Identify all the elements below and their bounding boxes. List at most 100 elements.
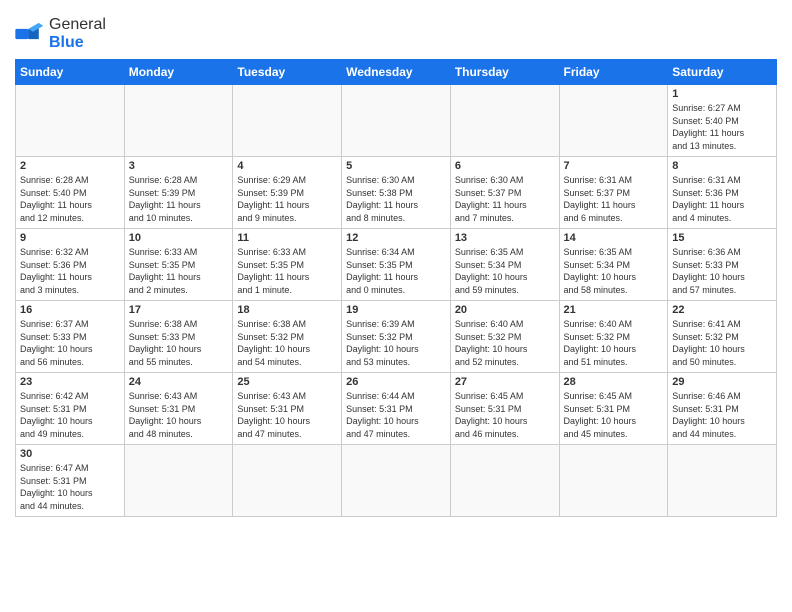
day-info: Sunrise: 6:31 AM Sunset: 5:36 PM Dayligh… bbox=[672, 174, 772, 224]
calendar-cell: 30 Sunrise: 6:47 AM Sunset: 5:31 PM Dayli… bbox=[16, 445, 125, 516]
calendar-cell: 26Sunrise: 6:44 AM Sunset: 5:31 PM Dayli… bbox=[342, 373, 451, 445]
day-number: 26 bbox=[346, 376, 446, 388]
calendar-cell bbox=[342, 445, 451, 516]
day-number: 6 bbox=[455, 160, 555, 172]
day-info: Sunrise: 6:40 AM Sunset: 5:32 PM Dayligh… bbox=[455, 318, 555, 368]
day-number: 24 bbox=[129, 376, 229, 388]
calendar-cell bbox=[124, 445, 233, 516]
day-number: 17 bbox=[129, 304, 229, 316]
day-info: Sunrise: 6:28 AM Sunset: 5:39 PM Dayligh… bbox=[129, 174, 229, 224]
calendar-cell: 21Sunrise: 6:40 AM Sunset: 5:32 PM Dayli… bbox=[559, 301, 668, 373]
calendar-cell: 16Sunrise: 6:37 AM Sunset: 5:33 PM Dayli… bbox=[16, 301, 125, 373]
weekday-row: SundayMondayTuesdayWednesdayThursdayFrid… bbox=[16, 60, 777, 85]
day-number: 21 bbox=[564, 304, 664, 316]
calendar-week-5: 30 Sunrise: 6:47 AM Sunset: 5:31 PM Dayli… bbox=[16, 445, 777, 516]
weekday-header-sunday: Sunday bbox=[16, 60, 125, 85]
day-number: 30 bbox=[20, 448, 120, 460]
day-number: 12 bbox=[346, 232, 446, 244]
calendar-cell: 1 Sunrise: 6:27 AM Sunset: 5:40 PM Daylig… bbox=[668, 85, 777, 157]
weekday-header-wednesday: Wednesday bbox=[342, 60, 451, 85]
day-info: Sunrise: 6:31 AM Sunset: 5:37 PM Dayligh… bbox=[564, 174, 664, 224]
calendar-body: 1 Sunrise: 6:27 AM Sunset: 5:40 PM Daylig… bbox=[16, 85, 777, 516]
calendar-cell: 19 Sunrise: 6:39 AM Sunset: 5:32 PM Dayli… bbox=[342, 301, 451, 373]
day-number: 14 bbox=[564, 232, 664, 244]
day-info: Sunrise: 6:33 AM Sunset: 5:35 PM Dayligh… bbox=[129, 246, 229, 296]
calendar-cell: 10 Sunrise: 6:33 AM Sunset: 5:35 PM Dayli… bbox=[124, 229, 233, 301]
calendar-week-3: 16Sunrise: 6:37 AM Sunset: 5:33 PM Dayli… bbox=[16, 301, 777, 373]
weekday-header-thursday: Thursday bbox=[450, 60, 559, 85]
day-info: Sunrise: 6:32 AM Sunset: 5:36 PM Dayligh… bbox=[20, 246, 120, 296]
day-info: Sunrise: 6:45 AM Sunset: 5:31 PM Dayligh… bbox=[564, 390, 664, 440]
calendar-cell: 25 Sunrise: 6:43 AM Sunset: 5:31 PM Dayli… bbox=[233, 373, 342, 445]
day-number: 25 bbox=[237, 376, 337, 388]
calendar-cell: 6Sunrise: 6:30 AM Sunset: 5:37 PM Daylig… bbox=[450, 157, 559, 229]
calendar-cell: 17 Sunrise: 6:38 AM Sunset: 5:33 PM Dayli… bbox=[124, 301, 233, 373]
day-info: Sunrise: 6:36 AM Sunset: 5:33 PM Dayligh… bbox=[672, 246, 772, 296]
day-number: 11 bbox=[237, 232, 337, 244]
day-number: 5 bbox=[346, 160, 446, 172]
calendar-cell: 3 Sunrise: 6:28 AM Sunset: 5:39 PM Daylig… bbox=[124, 157, 233, 229]
calendar-cell: 24 Sunrise: 6:43 AM Sunset: 5:31 PM Dayli… bbox=[124, 373, 233, 445]
calendar-cell: 22 Sunrise: 6:41 AM Sunset: 5:32 PM Dayli… bbox=[668, 301, 777, 373]
day-info: Sunrise: 6:28 AM Sunset: 5:40 PM Dayligh… bbox=[20, 174, 120, 224]
calendar-cell: 8 Sunrise: 6:31 AM Sunset: 5:36 PM Daylig… bbox=[668, 157, 777, 229]
calendar-week-2: 9Sunrise: 6:32 AM Sunset: 5:36 PM Daylig… bbox=[16, 229, 777, 301]
calendar-cell bbox=[450, 445, 559, 516]
day-info: Sunrise: 6:45 AM Sunset: 5:31 PM Dayligh… bbox=[455, 390, 555, 440]
calendar-cell: 13 Sunrise: 6:35 AM Sunset: 5:34 PM Dayli… bbox=[450, 229, 559, 301]
day-info: Sunrise: 6:39 AM Sunset: 5:32 PM Dayligh… bbox=[346, 318, 446, 368]
day-number: 22 bbox=[672, 304, 772, 316]
calendar-week-0: 1 Sunrise: 6:27 AM Sunset: 5:40 PM Daylig… bbox=[16, 85, 777, 157]
weekday-header-tuesday: Tuesday bbox=[233, 60, 342, 85]
calendar-cell: 28Sunrise: 6:45 AM Sunset: 5:31 PM Dayli… bbox=[559, 373, 668, 445]
day-info: Sunrise: 6:47 AM Sunset: 5:31 PM Dayligh… bbox=[20, 462, 120, 512]
day-info: Sunrise: 6:41 AM Sunset: 5:32 PM Dayligh… bbox=[672, 318, 772, 368]
day-number: 4 bbox=[237, 160, 337, 172]
day-info: Sunrise: 6:29 AM Sunset: 5:39 PM Dayligh… bbox=[237, 174, 337, 224]
calendar-cell: 27Sunrise: 6:45 AM Sunset: 5:31 PM Dayli… bbox=[450, 373, 559, 445]
day-info: Sunrise: 6:38 AM Sunset: 5:33 PM Dayligh… bbox=[129, 318, 229, 368]
day-number: 23 bbox=[20, 376, 120, 388]
calendar-cell bbox=[559, 445, 668, 516]
day-number: 29 bbox=[672, 376, 772, 388]
day-number: 10 bbox=[129, 232, 229, 244]
day-info: Sunrise: 6:46 AM Sunset: 5:31 PM Dayligh… bbox=[672, 390, 772, 440]
calendar-cell bbox=[233, 85, 342, 157]
calendar-cell: 20 Sunrise: 6:40 AM Sunset: 5:32 PM Dayli… bbox=[450, 301, 559, 373]
day-number: 2 bbox=[20, 160, 120, 172]
day-info: Sunrise: 6:38 AM Sunset: 5:32 PM Dayligh… bbox=[237, 318, 337, 368]
day-number: 13 bbox=[455, 232, 555, 244]
calendar-cell: 4 Sunrise: 6:29 AM Sunset: 5:39 PM Daylig… bbox=[233, 157, 342, 229]
day-number: 19 bbox=[346, 304, 446, 316]
day-number: 1 bbox=[672, 88, 772, 100]
calendar-cell: 9Sunrise: 6:32 AM Sunset: 5:36 PM Daylig… bbox=[16, 229, 125, 301]
logo-text: General Blue bbox=[49, 16, 106, 51]
calendar-cell: 2 Sunrise: 6:28 AM Sunset: 5:40 PM Daylig… bbox=[16, 157, 125, 229]
calendar-cell bbox=[124, 85, 233, 157]
calendar-cell: 14Sunrise: 6:35 AM Sunset: 5:34 PM Dayli… bbox=[559, 229, 668, 301]
day-info: Sunrise: 6:33 AM Sunset: 5:35 PM Dayligh… bbox=[237, 246, 337, 296]
day-info: Sunrise: 6:42 AM Sunset: 5:31 PM Dayligh… bbox=[20, 390, 120, 440]
day-number: 3 bbox=[129, 160, 229, 172]
page: General Blue SundayMondayTuesdayWednesda… bbox=[0, 0, 792, 612]
day-info: Sunrise: 6:27 AM Sunset: 5:40 PM Dayligh… bbox=[672, 102, 772, 152]
day-number: 7 bbox=[564, 160, 664, 172]
day-number: 20 bbox=[455, 304, 555, 316]
calendar-table: SundayMondayTuesdayWednesdayThursdayFrid… bbox=[15, 59, 777, 516]
calendar-cell bbox=[668, 445, 777, 516]
header: General Blue bbox=[15, 10, 777, 51]
calendar-cell bbox=[16, 85, 125, 157]
calendar-cell: 12 Sunrise: 6:34 AM Sunset: 5:35 PM Dayli… bbox=[342, 229, 451, 301]
day-info: Sunrise: 6:35 AM Sunset: 5:34 PM Dayligh… bbox=[455, 246, 555, 296]
day-number: 15 bbox=[672, 232, 772, 244]
day-info: Sunrise: 6:43 AM Sunset: 5:31 PM Dayligh… bbox=[237, 390, 337, 440]
calendar-header: SundayMondayTuesdayWednesdayThursdayFrid… bbox=[16, 60, 777, 85]
day-number: 8 bbox=[672, 160, 772, 172]
day-number: 18 bbox=[237, 304, 337, 316]
calendar-cell bbox=[559, 85, 668, 157]
calendar-cell: 23 Sunrise: 6:42 AM Sunset: 5:31 PM Dayli… bbox=[16, 373, 125, 445]
weekday-header-monday: Monday bbox=[124, 60, 233, 85]
day-info: Sunrise: 6:43 AM Sunset: 5:31 PM Dayligh… bbox=[129, 390, 229, 440]
day-info: Sunrise: 6:34 AM Sunset: 5:35 PM Dayligh… bbox=[346, 246, 446, 296]
calendar-cell: 7 Sunrise: 6:31 AM Sunset: 5:37 PM Daylig… bbox=[559, 157, 668, 229]
